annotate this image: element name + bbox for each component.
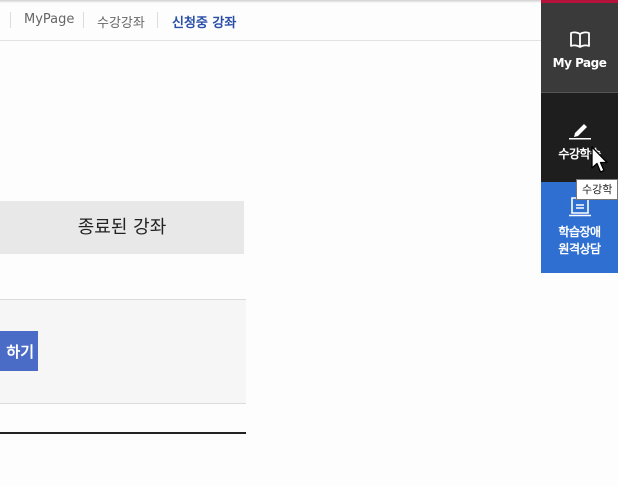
breadcrumb-applied-courses[interactable]: 신청중 강좌 [172, 12, 236, 31]
book-icon [569, 31, 590, 48]
quick-menu-mypage[interactable]: My Page [541, 0, 618, 92]
breadcrumb: MyPage 수강강좌 신청중 강좌 [0, 0, 541, 41]
breadcrumb-divider [83, 12, 84, 28]
content-panel: 하기 [0, 299, 246, 404]
quick-menu: My Page 수강학습 학습장애 원격상담 [541, 0, 618, 273]
table-top-rule [0, 432, 246, 434]
mouse-pointer-icon [591, 146, 608, 173]
tooltip: 수강학 [576, 179, 618, 200]
action-button[interactable]: 하기 [0, 331, 38, 371]
breadcrumb-divider [10, 12, 11, 28]
quick-menu-consult-label-line2: 원격상담 [558, 242, 601, 256]
breadcrumb-divider [157, 12, 158, 28]
quick-menu-consult-label-line1: 학습장애 [558, 225, 601, 239]
pencil-icon [568, 124, 591, 140]
tab-ended-courses[interactable]: 종료된 강좌 [0, 201, 244, 254]
breadcrumb-courses[interactable]: 수강강좌 [97, 12, 145, 31]
breadcrumb-mypage[interactable]: MyPage [24, 12, 74, 27]
quick-menu-mypage-label: My Page [552, 56, 607, 70]
